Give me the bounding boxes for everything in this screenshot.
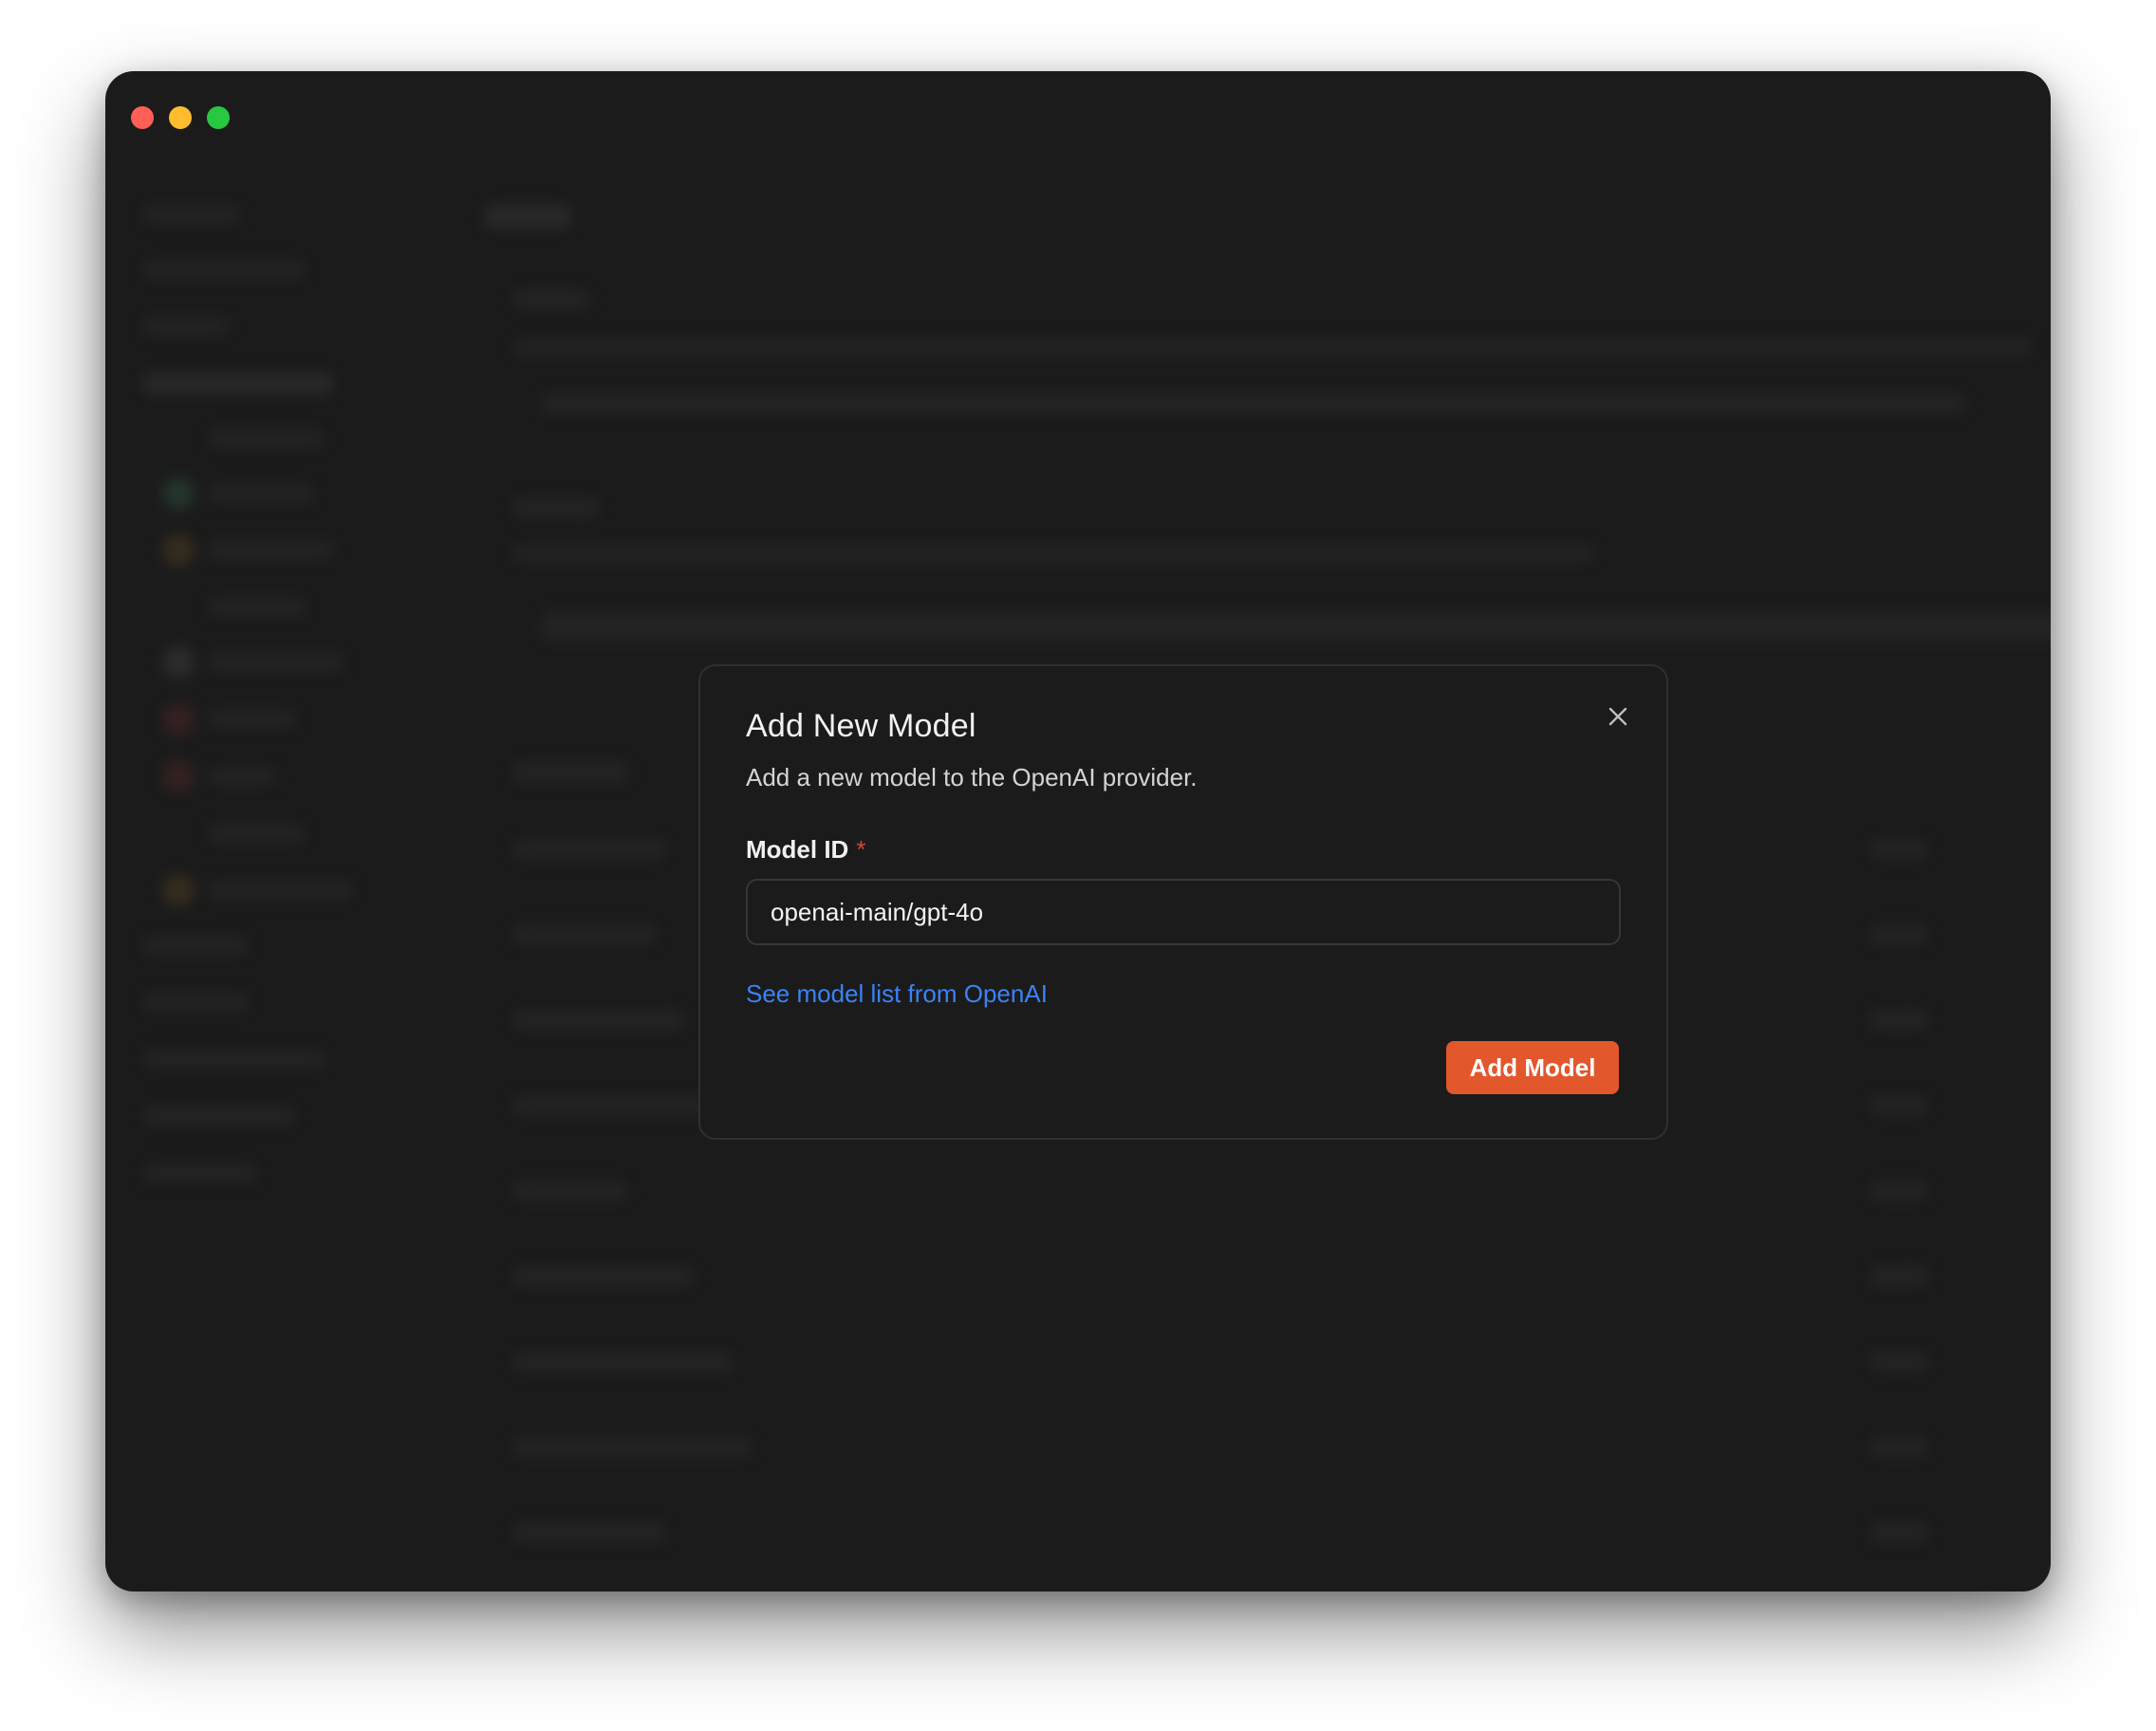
close-dialog-button[interactable] <box>1602 700 1634 733</box>
window-minimize-button[interactable] <box>169 106 192 129</box>
add-model-button[interactable]: Add Model <box>1446 1041 1619 1094</box>
model-list-link[interactable]: See model list from OpenAI <box>746 979 1048 1009</box>
window-maximize-button[interactable] <box>207 106 230 129</box>
dialog-title: Add New Model <box>746 708 976 744</box>
model-id-label: Model ID * <box>746 835 865 865</box>
model-id-input[interactable] <box>746 879 1621 945</box>
dialog-subtitle: Add a new model to the OpenAI provider. <box>746 763 1198 791</box>
add-model-dialog: Add New Model Add a new model to the Ope… <box>698 664 1668 1140</box>
title-bar <box>105 71 2051 162</box>
close-icon <box>1602 707 1634 736</box>
app-window: Add New Model Add a new model to the Ope… <box>105 71 2051 1591</box>
model-id-label-text: Model ID <box>746 835 849 864</box>
window-close-button[interactable] <box>131 106 154 129</box>
required-asterisk: * <box>856 835 866 864</box>
